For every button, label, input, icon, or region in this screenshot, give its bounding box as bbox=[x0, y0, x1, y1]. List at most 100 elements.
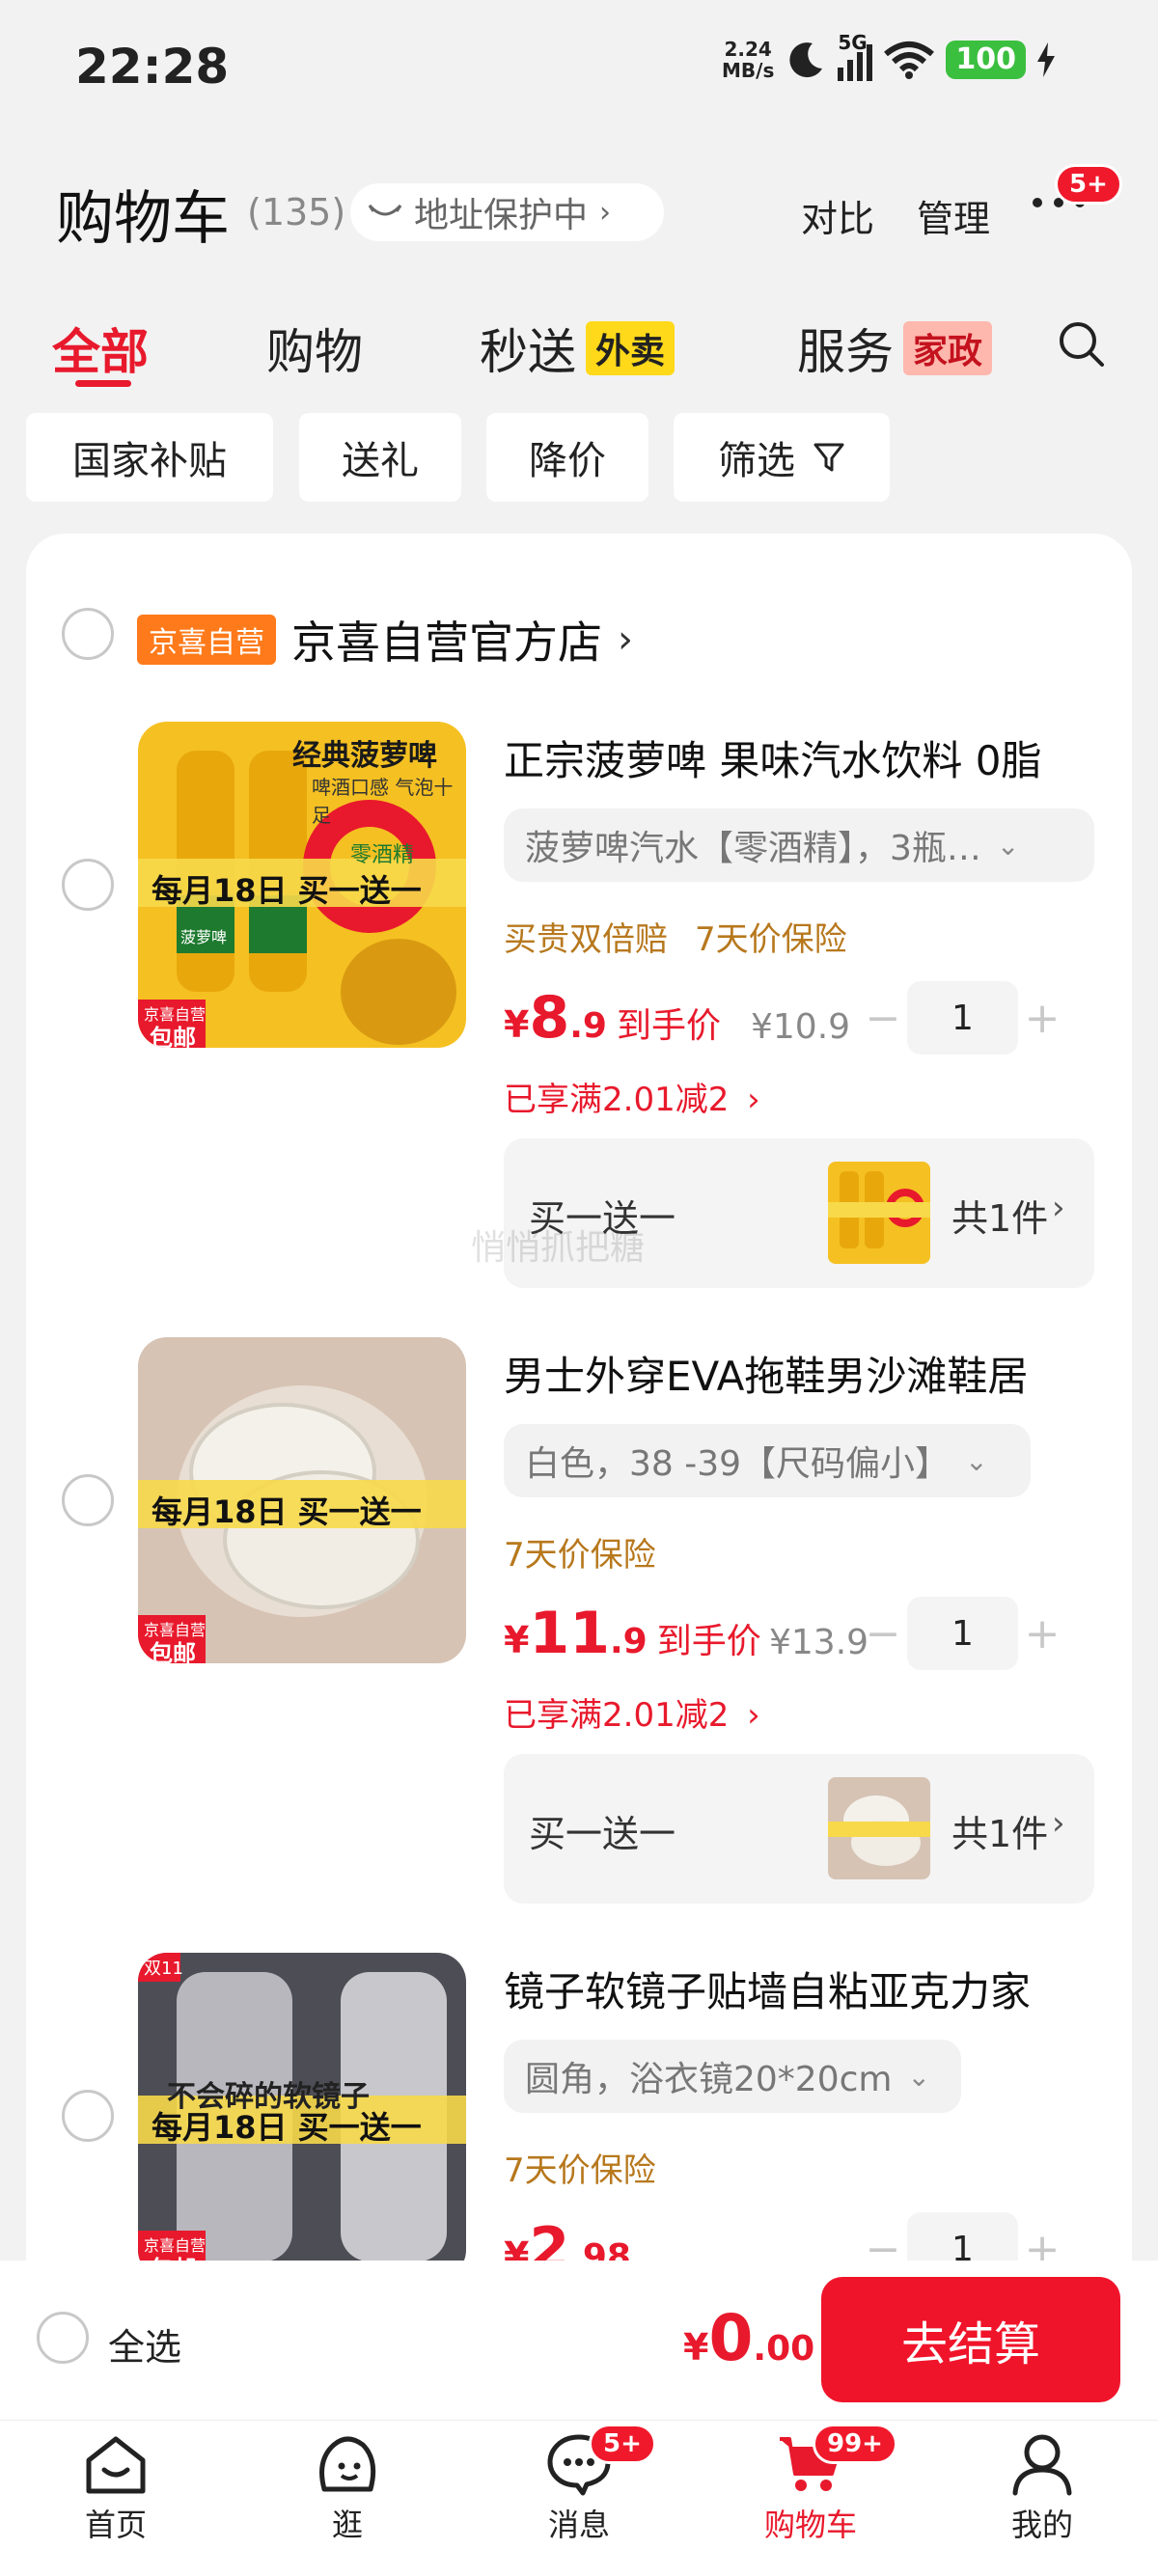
spec-selector[interactable]: 圆角，浴衣镜20*20cm ⌄ bbox=[504, 2040, 961, 2113]
plus-button[interactable]: + bbox=[1018, 994, 1066, 1043]
quantity-stepper[interactable]: − 1 + bbox=[859, 981, 1066, 1055]
messages-badge: 5+ bbox=[589, 2424, 656, 2464]
cart-count: (135) bbox=[247, 191, 346, 233]
image-subtitle: 啤酒口感 气泡十足 bbox=[312, 776, 454, 827]
shop-header[interactable]: 京喜自营 京喜自营官方店 › bbox=[137, 608, 633, 671]
tab-all[interactable]: 全部 bbox=[52, 314, 149, 383]
image-banner: 每月18日 买一送一 bbox=[152, 2109, 422, 2146]
product-title[interactable]: 男士外穿EVA拖鞋男沙滩鞋居 bbox=[504, 1344, 1083, 1403]
product-image-pineapple-beer[interactable]: 经典菠萝啤 啤酒口感 气泡十足 菠萝啤 零酒精 每月18日 买一送一 京喜自营 … bbox=[138, 722, 466, 1048]
wifi-icon bbox=[884, 41, 935, 79]
cart-badge: 99+ bbox=[813, 2424, 897, 2464]
spec-selector[interactable]: 菠萝啤汽水【零酒精】，3瓶… ⌄ bbox=[504, 808, 1094, 882]
product-image-eva-slippers[interactable]: 每月18日 买一送一 京喜自营 包邮 bbox=[138, 1337, 466, 1663]
filter-national-subsidy[interactable]: 国家补贴 bbox=[26, 413, 273, 502]
chevron-down-icon: ⌄ bbox=[907, 2060, 930, 2093]
more-icon bbox=[1033, 198, 1042, 207]
quantity-stepper[interactable]: − 1 + bbox=[859, 1597, 1066, 1670]
chevron-right-icon: › bbox=[599, 195, 612, 230]
bundle-count: 共1件 bbox=[951, 1813, 1049, 1855]
watermark: 悄悄抓把糖 bbox=[471, 1228, 646, 1268]
self-operated-tag: 京喜自营 bbox=[137, 615, 276, 665]
original-price: ¥10.9 bbox=[751, 1007, 851, 1047]
image-banner: 每月18日 买一送一 bbox=[152, 1494, 422, 1530]
tabbar-browse[interactable]: 逛 bbox=[270, 2431, 425, 2545]
takeout-tag: 外卖 bbox=[586, 321, 676, 375]
chevron-down-icon: ⌄ bbox=[996, 829, 1020, 862]
spec-text: 菠萝啤汽水【零酒精】，3瓶… bbox=[525, 829, 981, 868]
tab-services[interactable]: 服务 家政 bbox=[797, 314, 993, 383]
chevron-right-icon: › bbox=[1052, 1189, 1065, 1227]
chevron-right-icon: › bbox=[1052, 1804, 1065, 1843]
discount-info[interactable]: 已享满2.01减2 › bbox=[504, 1073, 760, 1120]
status-icons: 2.24 MB/s 5G 100 bbox=[722, 31, 1055, 82]
final-price: ¥8.9 到手价 bbox=[504, 984, 721, 1052]
status-time: 22:28 bbox=[75, 39, 230, 95]
select-all-checkbox[interactable] bbox=[37, 2312, 89, 2364]
bundle-count: 共1件 bbox=[951, 1197, 1049, 1240]
image-zero-alcohol: 零酒精 bbox=[350, 843, 415, 867]
page-title: 购物车 bbox=[56, 185, 230, 253]
chevron-right-icon: › bbox=[747, 1081, 760, 1119]
housekeeping-tag: 家政 bbox=[903, 321, 993, 375]
active-tab-indicator bbox=[75, 380, 131, 387]
bundle-label: 买一送一 bbox=[529, 1813, 676, 1855]
filter-gift[interactable]: 送礼 bbox=[299, 413, 461, 502]
manage-button[interactable]: 管理 bbox=[917, 189, 990, 242]
product-title[interactable]: 正宗菠萝啤 果味汽水饮料 0脂 bbox=[504, 728, 1083, 787]
battery-icon: 100 bbox=[946, 41, 1026, 79]
image-bottle-label: 菠萝啤 bbox=[180, 928, 228, 946]
tab-shopping[interactable]: 购物 bbox=[266, 314, 363, 383]
discount-info[interactable]: 已享满2.01减2 › bbox=[504, 1688, 760, 1736]
total-price: ¥0.00 bbox=[683, 2301, 815, 2375]
tabbar-home[interactable]: 首页 bbox=[39, 2431, 193, 2545]
spec-selector[interactable]: 白色，38 -39【尺码偏小】 ⌄ bbox=[504, 1424, 1031, 1497]
charging-icon bbox=[1036, 42, 1055, 77]
service-promises: 买贵双倍赔 7天价保险 bbox=[504, 920, 847, 959]
quantity-value[interactable]: 1 bbox=[907, 1597, 1018, 1670]
final-price: ¥11.9 到手价 bbox=[504, 1600, 761, 1667]
user-icon bbox=[1012, 2434, 1072, 2496]
original-price: ¥13.9 bbox=[769, 1623, 869, 1662]
checkout-button[interactable]: 去结算 bbox=[821, 2277, 1120, 2402]
shop-checkbox[interactable] bbox=[62, 608, 114, 660]
image-corner-shipping: 包邮 bbox=[150, 1640, 196, 1663]
shop-name: 京喜自营官方店 bbox=[291, 617, 602, 669]
product-image-soft-mirror[interactable]: 双11 不会碎的软镜子 每月18日 买一送一 京喜自营 包邮 bbox=[138, 1953, 466, 2279]
tabbar-profile[interactable]: 我的 bbox=[965, 2431, 1119, 2545]
image-top-tag: 双11 bbox=[144, 1959, 183, 1979]
cellular-icon: 5G bbox=[838, 31, 873, 81]
quantity-value[interactable]: 1 bbox=[907, 981, 1018, 1055]
minus-button[interactable]: − bbox=[859, 994, 907, 1043]
product-checkbox[interactable] bbox=[62, 2090, 114, 2142]
bundle-row[interactable]: 买一送一 共1件 › bbox=[504, 1754, 1094, 1904]
chevron-right-icon: › bbox=[618, 617, 633, 662]
bundle-thumbnail bbox=[828, 1162, 930, 1264]
select-all-label[interactable]: 全选 bbox=[108, 2317, 181, 2370]
image-title: 经典菠萝啤 bbox=[292, 739, 437, 773]
address-protection-chip[interactable]: 地址保护中 › bbox=[350, 183, 664, 241]
spec-text: 圆角，浴衣镜20*20cm bbox=[525, 2060, 893, 2099]
plus-button[interactable]: + bbox=[1018, 1609, 1066, 1658]
funnel-icon bbox=[813, 443, 844, 472]
service-promises: 7天价保险 bbox=[504, 1536, 656, 1575]
smile-icon bbox=[368, 204, 402, 216]
chevron-down-icon: ⌄ bbox=[965, 1444, 988, 1477]
product-checkbox[interactable] bbox=[62, 1474, 114, 1526]
image-banner: 每月18日 买一送一 bbox=[152, 872, 422, 909]
bundle-thumbnail bbox=[828, 1777, 930, 1879]
minus-button[interactable]: − bbox=[859, 1609, 907, 1658]
chevron-right-icon: › bbox=[747, 1696, 760, 1735]
bundle-row[interactable]: 买一送一 悄悄抓把糖 共1件 › bbox=[471, 1138, 1094, 1288]
network-speed: 2.24 MB/s bbox=[722, 38, 775, 82]
mascot-icon bbox=[319, 2436, 376, 2492]
service-promises: 7天价保险 bbox=[504, 2151, 656, 2190]
filter-button[interactable]: 筛选 bbox=[674, 413, 890, 502]
spec-text: 白色，38 -39【尺码偏小】 bbox=[525, 1444, 951, 1484]
compare-button[interactable]: 对比 bbox=[801, 189, 874, 242]
tab-instant-delivery[interactable]: 秒送 外卖 bbox=[480, 314, 676, 383]
search-icon[interactable] bbox=[1058, 320, 1106, 369]
product-title[interactable]: 镜子软镜子贴墙自粘亚克力家 bbox=[504, 1959, 1083, 2018]
filter-price-drop[interactable]: 降价 bbox=[486, 413, 648, 502]
product-checkbox[interactable] bbox=[62, 859, 114, 911]
